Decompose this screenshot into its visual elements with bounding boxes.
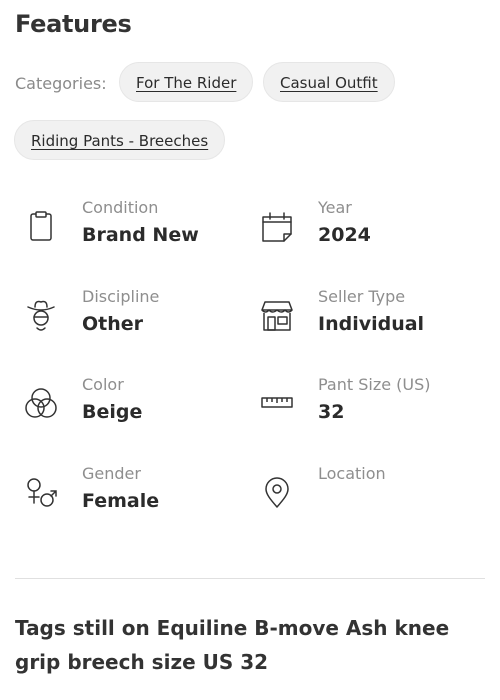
feature-value: Beige <box>82 401 143 423</box>
calendar-icon <box>260 210 294 244</box>
gender-icon <box>24 476 58 510</box>
category-chip-riding-pants-breeches[interactable]: Riding Pants - Breeches <box>14 120 226 160</box>
feature-label: Color <box>82 375 124 394</box>
feature-value: Female <box>82 490 160 512</box>
category-chip-for-the-rider[interactable]: For The Rider <box>119 62 254 102</box>
section-divider <box>15 578 485 579</box>
category-chip-casual-outfit[interactable]: Casual Outfit <box>263 62 395 102</box>
feature-value: Other <box>82 313 144 335</box>
feature-label: Discipline <box>82 287 160 306</box>
location-pin-icon <box>260 476 294 510</box>
feature-label: Condition <box>82 198 159 217</box>
listing-description: Tags still on Equiline B-move Ash knee g… <box>15 616 450 674</box>
rider-icon <box>24 299 58 333</box>
feature-label: Location <box>318 464 386 483</box>
section-title: Features <box>15 10 132 38</box>
storefront-icon <box>260 299 294 333</box>
feature-label: Seller Type <box>318 287 406 306</box>
feature-value: 32 <box>318 401 345 423</box>
clipboard-icon <box>24 210 58 244</box>
feature-value: Individual <box>318 313 425 335</box>
ruler-icon <box>260 387 294 421</box>
categories-label: Categories: <box>15 74 107 93</box>
feature-label: Gender <box>82 464 141 483</box>
feature-value: 2024 <box>318 224 371 246</box>
feature-label: Pant Size (US) <box>318 375 431 394</box>
color-circles-icon <box>24 387 58 421</box>
feature-label: Year <box>318 198 352 217</box>
feature-value: Brand New <box>82 224 199 246</box>
features-panel: Features Categories: For The Rider Casua… <box>0 0 500 700</box>
